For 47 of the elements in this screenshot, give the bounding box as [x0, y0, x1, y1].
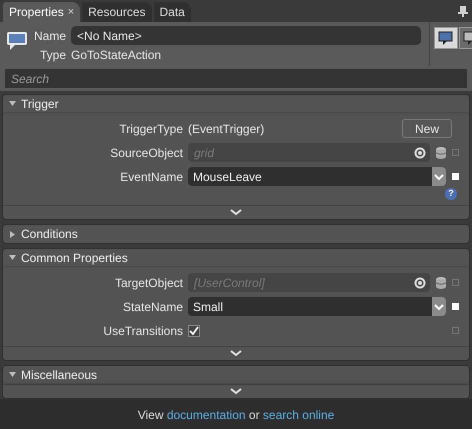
property-label: TriggerType [118, 120, 184, 138]
type-value: GoToStateAction [71, 47, 162, 64]
expand-chevron-icon[interactable] [230, 209, 242, 216]
section-title[interactable]: Common Properties [21, 248, 128, 266]
pin-icon[interactable] [458, 5, 468, 17]
help-button[interactable]: ? [445, 188, 457, 200]
target-icon[interactable] [414, 146, 426, 158]
expand-chevron-icon[interactable] [230, 350, 242, 357]
property-label: TargetObject [114, 274, 184, 292]
property-label: UseTransitions [102, 322, 184, 340]
property-label: StateName [122, 298, 184, 316]
collapse-arrow-icon[interactable] [9, 371, 16, 378]
section-title[interactable]: Conditions [21, 225, 78, 243]
type-label: Type [39, 47, 66, 64]
new-button[interactable]: New [402, 119, 452, 138]
property-marker[interactable] [452, 303, 459, 310]
footer-link[interactable]: documentation [166, 408, 246, 422]
section-title[interactable]: Miscellaneous [21, 366, 98, 384]
property-marker[interactable] [452, 173, 459, 180]
checkbox[interactable] [188, 324, 200, 336]
expand-chevron-icon[interactable] [230, 388, 242, 395]
property-label: SourceObject [109, 144, 184, 162]
section-title[interactable]: Trigger [21, 94, 59, 112]
property-marker[interactable] [452, 279, 459, 286]
footer-text: View documentation or search online [138, 407, 334, 424]
close-tab-button[interactable]: × [68, 4, 74, 20]
property-label: EventName [119, 168, 184, 186]
action-icon [6, 30, 28, 52]
collapse-arrow-icon[interactable] [9, 100, 16, 107]
property-value: (EventTrigger) [188, 120, 266, 138]
name-label: Name [34, 28, 66, 44]
footer-link[interactable]: search online [262, 408, 334, 422]
property-marker[interactable] [452, 327, 459, 334]
panel-tab[interactable]: Data [154, 2, 191, 22]
property-marker[interactable] [452, 149, 459, 156]
collapse-arrow-icon[interactable] [9, 254, 16, 261]
panel-tab[interactable]: Properties × [3, 2, 80, 22]
view-toggle-button[interactable] [434, 27, 458, 49]
expand-arrow-icon[interactable] [9, 230, 16, 238]
dropdown-field[interactable]: MouseLeave [188, 167, 446, 186]
search-field[interactable]: Search [5, 69, 467, 88]
panel-tab[interactable]: Resources [82, 2, 152, 22]
database-icon[interactable] [436, 276, 446, 288]
name-field[interactable]: <No Name> [71, 26, 421, 45]
dropdown-field[interactable]: Small [188, 297, 446, 316]
target-icon[interactable] [414, 276, 426, 288]
database-icon[interactable] [436, 146, 446, 158]
